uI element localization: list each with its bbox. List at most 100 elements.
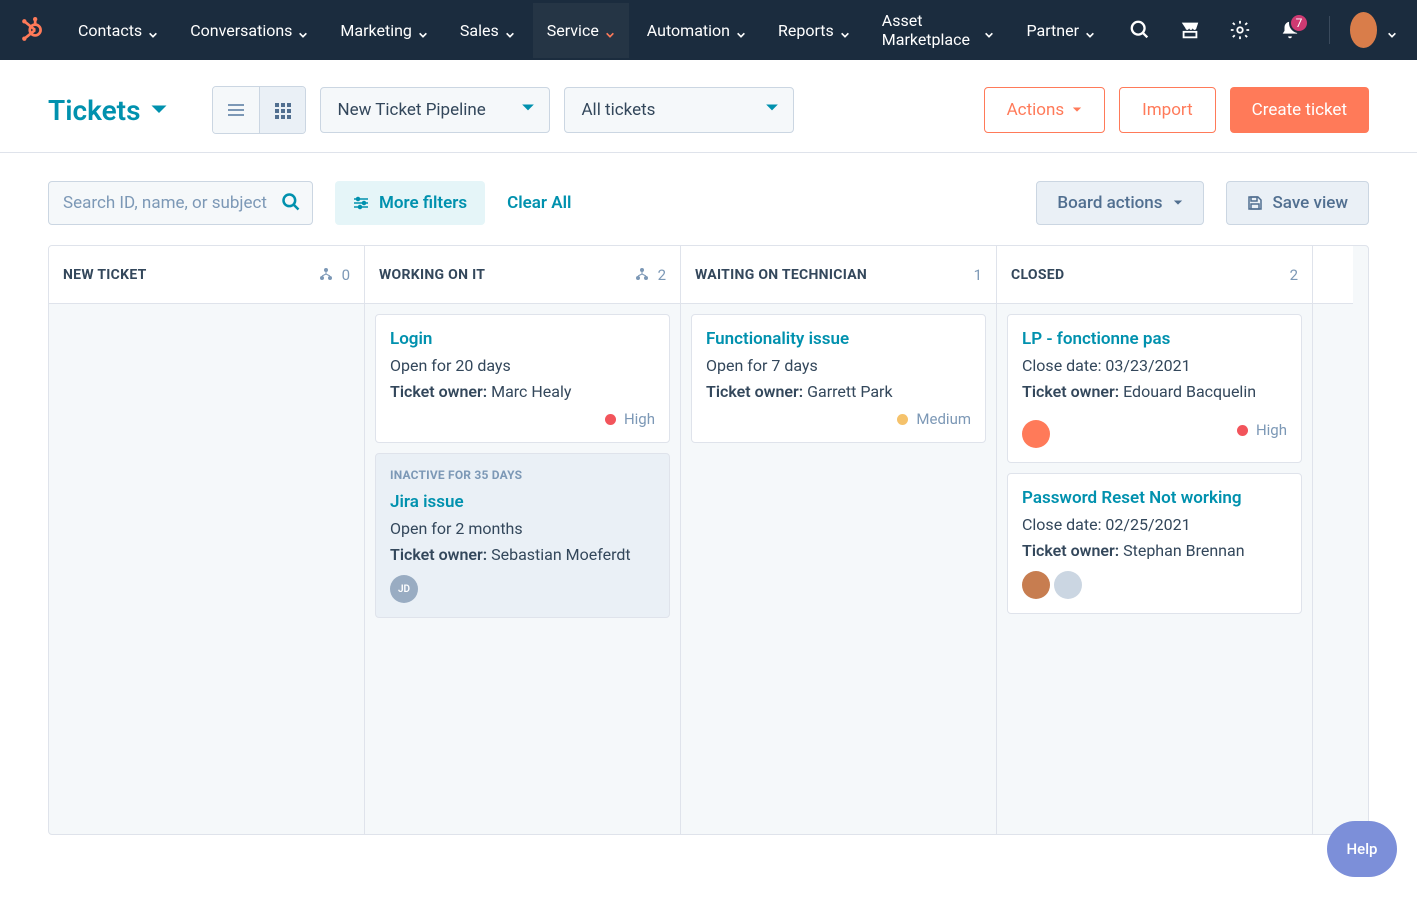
nav-automation[interactable]: Automation xyxy=(633,3,760,58)
marketplace-icon[interactable] xyxy=(1167,19,1213,41)
actions-button[interactable]: Actions xyxy=(984,87,1106,133)
bell-icon[interactable]: 7 xyxy=(1267,19,1313,41)
ticket-subtitle: Open for 2 months xyxy=(390,516,655,542)
board-actions-button[interactable]: Board actions xyxy=(1036,181,1203,225)
column-count: 2 xyxy=(1290,266,1298,284)
board-column: WORKING ON IT 2 LoginOpen for 20 daysTicke… xyxy=(365,246,681,834)
priority-dot-icon xyxy=(605,414,616,425)
ticket-owner: Ticket owner: Edouard Bacquelin xyxy=(1022,379,1287,405)
chevron-down-icon xyxy=(1085,25,1095,35)
chevron-down-icon xyxy=(418,25,428,35)
column-title: CLOSED xyxy=(1011,267,1064,283)
ticket-owner: Ticket owner: Marc Healy xyxy=(390,379,655,405)
more-filters-button[interactable]: More filters xyxy=(335,181,485,225)
nav-service[interactable]: Service xyxy=(533,3,629,58)
ticket-avatars xyxy=(1022,420,1050,448)
column-body[interactable]: Functionality issue Open for 7 daysTicket… xyxy=(681,304,996,453)
board-column-partial xyxy=(1313,246,1353,834)
pipeline-value: New Ticket Pipeline xyxy=(337,100,485,120)
create-ticket-button[interactable]: Create ticket xyxy=(1230,87,1369,133)
column-body[interactable] xyxy=(49,304,364,324)
column-count: 1 xyxy=(974,266,982,284)
nav-partner[interactable]: Partner xyxy=(1012,3,1109,58)
ticket-card[interactable]: LoginOpen for 20 daysTicket owner: Marc … xyxy=(375,314,670,443)
kanban-board: NEW TICKET0WORKING ON IT2LoginOpen for 2… xyxy=(48,245,1369,835)
nav-label: Marketing xyxy=(340,21,411,40)
column-title: NEW TICKET xyxy=(63,267,147,283)
ticket-priority: High xyxy=(1237,421,1287,439)
avatar: JD xyxy=(390,575,418,603)
ticket-title[interactable]: Functionality issue xyxy=(706,329,971,349)
avatar xyxy=(1054,571,1082,599)
chevron-down-icon xyxy=(505,25,515,35)
search-icon[interactable] xyxy=(1117,19,1163,41)
nav-marketing[interactable]: Marketing xyxy=(326,3,441,58)
notification-badge: 7 xyxy=(1289,13,1309,33)
column-body[interactable]: LP - fonctionne pas Close date: 03/23/202… xyxy=(997,304,1312,624)
ticket-card[interactable]: LP - fonctionne pas Close date: 03/23/202… xyxy=(1007,314,1302,463)
save-view-button[interactable]: Save view xyxy=(1226,181,1369,225)
ticket-card[interactable]: INACTIVE FOR 35 DAYS Jira issue Open for 2… xyxy=(375,453,670,618)
search-container xyxy=(48,181,313,225)
nav-label: Automation xyxy=(647,21,730,40)
column-header xyxy=(1313,246,1353,304)
chevron-down-icon xyxy=(736,25,746,35)
column-count: 2 xyxy=(634,266,666,284)
nav-conversations[interactable]: Conversations xyxy=(176,3,322,58)
pipeline-select[interactable]: New Ticket Pipeline xyxy=(320,87,550,133)
ticket-owner: Ticket owner: Stephan Brennan xyxy=(1022,538,1287,564)
board-view-button[interactable] xyxy=(259,87,305,133)
ticket-card[interactable]: Functionality issue Open for 7 daysTicket… xyxy=(691,314,986,443)
chevron-down-icon xyxy=(521,100,535,120)
nav-label: Contacts xyxy=(78,21,142,40)
page-title-dropdown[interactable]: Tickets xyxy=(48,94,168,127)
user-avatar[interactable] xyxy=(1350,12,1377,48)
page-header: Tickets New Ticket Pipeline All tickets … xyxy=(0,60,1417,153)
filter-select[interactable]: All tickets xyxy=(564,87,794,133)
column-header: WAITING ON TECHNICIAN1 xyxy=(681,246,996,304)
ticket-subtitle: Close date: 03/23/2021 xyxy=(1022,353,1287,379)
divider xyxy=(1329,16,1330,44)
ticket-avatars xyxy=(1022,571,1287,599)
nav-label: Asset Marketplace xyxy=(882,11,979,49)
help-button[interactable]: Help xyxy=(1327,821,1397,877)
chevron-down-icon xyxy=(984,25,994,35)
ticket-owner: Ticket owner: Sebastian Moeferdt xyxy=(390,542,655,568)
ticket-card[interactable]: Password Reset Not workingClose date: 02… xyxy=(1007,473,1302,614)
ticket-avatars: JD xyxy=(390,575,655,603)
priority-dot-icon xyxy=(1237,425,1248,436)
ticket-priority: Medium xyxy=(706,410,971,428)
nav-label: Conversations xyxy=(190,21,292,40)
search-input[interactable] xyxy=(48,181,313,225)
ticket-title[interactable]: LP - fonctionne pas xyxy=(1022,329,1287,349)
nav-label: Sales xyxy=(460,21,499,40)
ticket-title[interactable]: Jira issue xyxy=(390,492,655,512)
board-column: CLOSED 2 LP - fonctionne pas Close date: 03… xyxy=(997,246,1313,834)
ticket-title[interactable]: Login xyxy=(390,329,655,349)
column-header: WORKING ON IT 2 xyxy=(365,246,680,304)
nav-contacts[interactable]: Contacts xyxy=(64,3,172,58)
nav-reports[interactable]: Reports xyxy=(764,3,864,58)
avatar xyxy=(1022,571,1050,599)
nav-label: Reports xyxy=(778,21,834,40)
nav-sales[interactable]: Sales xyxy=(446,3,529,58)
import-button[interactable]: Import xyxy=(1119,87,1216,133)
column-body[interactable]: LoginOpen for 20 daysTicket owner: Marc … xyxy=(365,304,680,628)
chevron-down-icon xyxy=(298,25,308,35)
nav-asset-marketplace[interactable]: Asset Marketplace xyxy=(868,0,1009,67)
search-icon xyxy=(281,192,301,216)
board-actions-label: Board actions xyxy=(1057,193,1162,213)
column-title: WORKING ON IT xyxy=(379,267,485,283)
top-nav: Contacts Conversations Marketing Sales Servi… xyxy=(0,0,1417,60)
gear-icon[interactable] xyxy=(1217,19,1263,41)
ticket-subtitle: Open for 7 days xyxy=(706,353,971,379)
ticket-title[interactable]: Password Reset Not working xyxy=(1022,488,1287,508)
clear-all-button[interactable]: Clear All xyxy=(507,193,571,213)
hubspot-logo-icon[interactable] xyxy=(20,16,46,44)
ticket-priority: High xyxy=(390,410,655,428)
inactive-label: INACTIVE FOR 35 DAYS xyxy=(390,468,655,482)
nav-label: Partner xyxy=(1026,21,1079,40)
ticket-owner: Ticket owner: Garrett Park xyxy=(706,379,971,405)
priority-dot-icon xyxy=(897,414,908,425)
list-view-button[interactable] xyxy=(213,87,259,133)
